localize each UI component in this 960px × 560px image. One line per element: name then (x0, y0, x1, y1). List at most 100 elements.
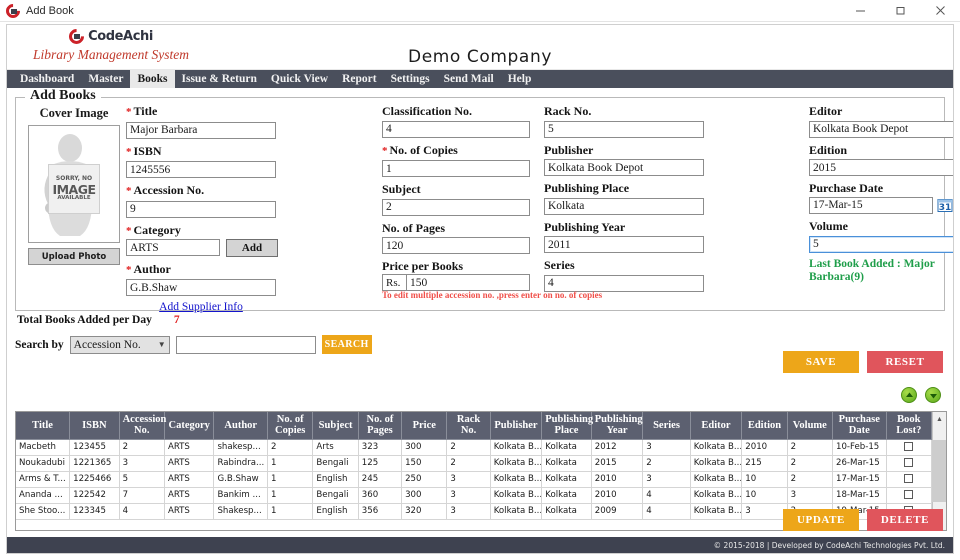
table-column-header[interactable]: Publishing Year (591, 412, 644, 440)
search-by-select[interactable]: Accession No. ▼ (69, 335, 170, 354)
series-input[interactable] (544, 274, 704, 292)
update-button[interactable]: UPDATE (783, 509, 859, 531)
add-supplier-info-link[interactable]: Add Supplier Info (126, 301, 276, 313)
table-column-header[interactable]: Edition (741, 412, 788, 440)
table-column-header[interactable]: Rack No. (446, 412, 491, 440)
book-lost-cell (886, 439, 932, 456)
isbn-label: * ISBN (126, 143, 162, 158)
table-cell: ARTS (164, 439, 215, 456)
price-per-books-input[interactable] (406, 274, 530, 291)
search-button[interactable]: SEARCH (321, 335, 372, 354)
publishing-place-input[interactable] (544, 197, 704, 215)
add-category-button[interactable]: Add (226, 238, 278, 257)
table-column-header[interactable]: Series (642, 412, 691, 440)
total-books-row: Total Books Added per Day 7 (17, 314, 953, 326)
title-label: * Title (126, 104, 158, 118)
author-input[interactable] (126, 279, 276, 296)
table-column-header[interactable]: Subject (312, 412, 359, 440)
window-titlebar: Add Book (0, 0, 960, 22)
cover-image-preview[interactable]: SORRY, NO IMAGE AVAILABLE (28, 125, 120, 243)
app-logo-icon (3, 0, 23, 21)
multiple-accession-hint: To edit multiple accession no. ,press en… (382, 290, 603, 300)
table-column-header[interactable]: Category (164, 412, 215, 440)
search-input[interactable] (175, 335, 316, 354)
nav-item-send-mail[interactable]: Send Mail (437, 70, 501, 88)
minimize-icon[interactable] (840, 0, 880, 22)
classification-no-input[interactable] (382, 120, 530, 138)
maximize-icon[interactable] (880, 0, 920, 22)
table-cell: Kolkata B... (490, 455, 543, 472)
no-of-copies-label: * No. of Copies (382, 142, 458, 157)
nav-item-books[interactable]: Books (130, 70, 175, 88)
brand-name: CodeAchi (88, 28, 153, 44)
nav-item-help[interactable]: Help (501, 70, 539, 88)
scrollbar-thumb[interactable] (932, 440, 946, 502)
table-column-header[interactable]: Purchase Date (832, 412, 887, 440)
table-cell: 300 (401, 439, 448, 456)
table-column-header[interactable]: Price (401, 412, 448, 440)
reset-button[interactable]: RESET (867, 351, 943, 373)
book-lost-checkbox[interactable] (904, 442, 914, 451)
table-row[interactable]: Macbeth 123455 2 ARTS shakesp... 2 Arts 323 300 2… (16, 439, 932, 456)
table-cell: 3 (741, 503, 788, 520)
footer-text: © 2015-2018 | Developed by CodeAchi Tech… (713, 540, 945, 550)
table-row[interactable]: Ananda ... 122542 7 ARTS Bankim ... 1 Bengali 3… (16, 487, 932, 504)
table-row[interactable]: Arms & T... 1225466 5 ARTS G.B.Shaw 1 English 2… (16, 471, 932, 488)
delete-button[interactable]: DELETE (867, 509, 943, 531)
edition-label: Edition (809, 142, 848, 157)
form-column-1: *Title *ISBN *Accession No. *Category (126, 104, 278, 313)
table-cell: She Stoo... (16, 503, 71, 520)
no-of-pages-input[interactable] (382, 237, 530, 254)
table-column-header[interactable]: Editor (690, 412, 743, 440)
table-column-header[interactable]: Author (213, 412, 269, 440)
table-column-header[interactable]: Volume (787, 412, 833, 440)
isbn-input[interactable] (126, 161, 276, 178)
book-lost-checkbox[interactable] (904, 490, 914, 499)
rack-no-input[interactable] (544, 120, 704, 138)
purchase-date-input[interactable] (809, 196, 933, 214)
series-label: Series (544, 258, 575, 272)
table-row[interactable]: Noukadubi 1221365 3 ARTS Rabindra... 1 Bengali… (16, 455, 932, 472)
table-column-header[interactable]: No. of Pages (358, 412, 403, 440)
volume-input[interactable] (809, 235, 953, 253)
arrow-down-icon[interactable] (925, 387, 941, 403)
save-button[interactable]: SAVE (783, 351, 859, 373)
table-column-header[interactable]: Publishing Place (541, 412, 593, 440)
accession-no-input[interactable] (126, 200, 276, 218)
book-lost-checkbox[interactable] (904, 458, 914, 467)
calendar-icon[interactable]: 31 (936, 196, 953, 214)
table-column-header[interactable]: Publisher (490, 412, 543, 440)
table-cell: 1 (267, 455, 314, 472)
nav-item-issue-return[interactable]: Issue & Return (175, 70, 264, 88)
no-image-placeholder: SORRY, NO IMAGE AVAILABLE (48, 164, 100, 214)
scroll-up-icon[interactable]: ▲ (933, 412, 946, 426)
book-lost-checkbox[interactable] (904, 474, 914, 483)
table-column-header[interactable]: Book Lost? (886, 412, 932, 440)
table-column-header[interactable]: ISBN (69, 412, 120, 440)
table-column-header[interactable]: No. of Copies (267, 412, 314, 440)
nav-item-master[interactable]: Master (81, 70, 130, 88)
arrow-up-icon[interactable] (901, 387, 917, 403)
table-column-header[interactable]: Accession No. (119, 412, 166, 440)
publisher-input[interactable] (544, 159, 704, 176)
title-input[interactable] (126, 121, 276, 139)
currency-prefix: Rs. (382, 274, 406, 291)
field-series: Series (544, 258, 704, 292)
category-input[interactable] (126, 239, 220, 256)
subject-input[interactable] (382, 198, 530, 216)
required-marker: * (126, 224, 132, 237)
table-column-header[interactable]: Title (16, 412, 71, 440)
upload-photo-button[interactable]: Upload Photo (28, 248, 120, 265)
required-marker: * (126, 145, 132, 158)
table-cell: 3 (446, 487, 491, 504)
no-of-copies-input[interactable] (382, 160, 530, 177)
form-column-2: Classification No. *No. of Copies Subjec… (382, 104, 530, 296)
nav-item-dashboard[interactable]: Dashboard (13, 70, 81, 88)
nav-item-settings[interactable]: Settings (384, 70, 437, 88)
edition-input[interactable] (809, 159, 953, 176)
publishing-year-input[interactable] (544, 236, 704, 253)
close-icon[interactable] (920, 0, 960, 22)
editor-input[interactable] (809, 120, 953, 138)
nav-item-report[interactable]: Report (335, 70, 384, 88)
nav-item-quick-view[interactable]: Quick View (264, 70, 335, 88)
